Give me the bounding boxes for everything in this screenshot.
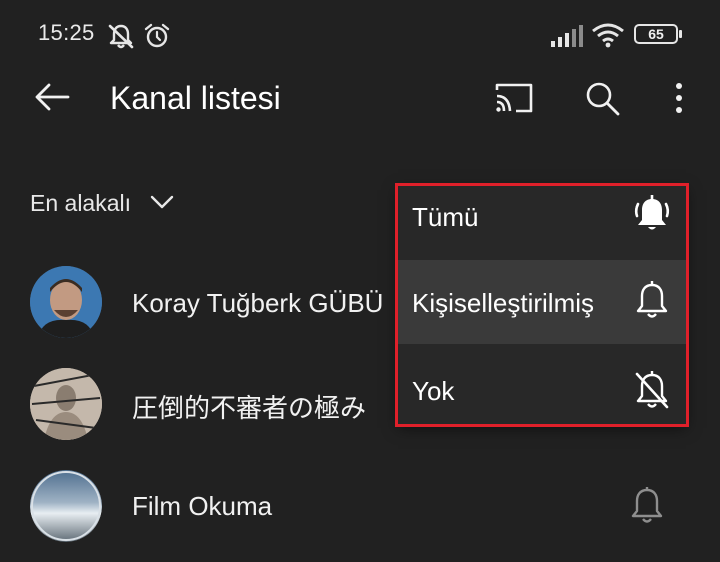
bell-ringing-filled-icon (634, 195, 670, 230)
search-icon[interactable] (585, 81, 621, 117)
notification-menu: Tümü Kişiselleştirilmiş Yok (395, 183, 689, 427)
back-arrow-icon[interactable] (34, 82, 70, 112)
menu-item-label: Yok (412, 376, 455, 406)
channel-row[interactable]: Film Okuma (0, 456, 720, 556)
battery-tip (679, 30, 682, 38)
avatar (30, 266, 102, 338)
battery-level: 65 (648, 26, 664, 42)
cast-icon[interactable] (494, 82, 534, 114)
channel-name: 圧倒的不審者の極み (132, 393, 367, 423)
status-time: 15:25 (38, 20, 95, 45)
more-vertical-icon[interactable] (672, 82, 686, 114)
page-title: Kanal listesi (110, 80, 281, 116)
channel-name: Koray Tuğberk GÜBÜ (132, 288, 384, 318)
menu-item-all[interactable]: Tümü (398, 186, 686, 270)
bell-off-icon (635, 371, 669, 409)
menu-item-label: Tümü (412, 202, 479, 232)
channel-name: Film Okuma (132, 491, 273, 521)
sort-dropdown[interactable]: En alakalı (30, 188, 190, 220)
wifi-icon (592, 23, 624, 48)
avatar (30, 368, 102, 440)
menu-item-personalized[interactable]: Kişiselleştirilmiş (398, 260, 686, 344)
sort-label: En alakalı (30, 190, 132, 216)
mute-notifications-icon (108, 24, 134, 49)
bell-outline-icon (636, 281, 668, 318)
bell-outline-icon[interactable] (628, 486, 666, 526)
avatar (30, 470, 102, 542)
chevron-down-icon (150, 195, 174, 209)
alarm-icon (144, 23, 170, 48)
battery-icon: 65 (634, 24, 678, 44)
menu-item-none[interactable]: Yok (398, 344, 686, 424)
signal-icon (551, 25, 583, 47)
menu-item-label: Kişiselleştirilmiş (412, 288, 595, 318)
